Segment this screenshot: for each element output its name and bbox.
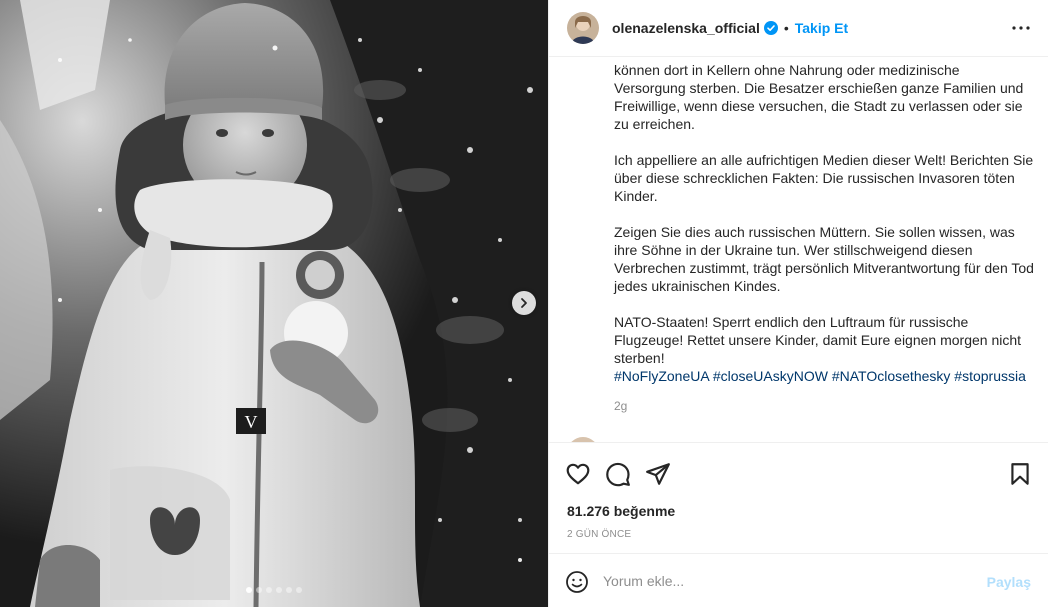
carousel-dot [266,587,272,593]
carousel-dot [256,587,262,593]
post-caption: können dort in Kellern ohne Nahrung oder… [614,61,1034,385]
carousel-next-button[interactable] [512,291,536,315]
post-photo[interactable]: V [0,0,548,607]
hashtag-link[interactable]: #closeUAskyNOW [713,368,828,384]
emoji-button[interactable] [565,570,589,594]
hashtag-list: #NoFlyZoneUA #closeUAskyNOW #NATOcloseth… [614,367,1034,385]
add-comment-bar: Paylaş [549,553,1048,607]
hashtag-link[interactable]: #stoprussia [954,368,1026,384]
save-button[interactable] [1007,461,1033,487]
svg-text:V: V [245,412,258,432]
hashtag-link[interactable]: #NoFlyZoneUA [614,368,709,384]
action-bar [549,442,1048,504]
chevron-right-icon [521,298,527,308]
carousel-dot [246,587,252,593]
carousel-dot [296,587,302,593]
paper-plane-icon [646,463,670,485]
caption-paragraph: NATO-Staaten! Sperrt endlich den Luftrau… [614,314,1022,366]
avatar-image [567,12,599,44]
bookmark-icon [1011,463,1029,485]
likes-count[interactable]: 81.276 beğenme [567,503,675,519]
post-comment-button[interactable]: Paylaş [987,574,1031,590]
carousel-indicator [0,587,548,593]
post-side-panel: olenazelenska_official • Takip Et können… [548,0,1048,607]
comment-bubble-icon [606,462,630,487]
carousel-dot [276,587,282,593]
caption-timestamp[interactable]: 2g [614,399,627,413]
post-header: olenazelenska_official • Takip Et [549,0,1048,57]
follow-button[interactable]: Takip Et [795,20,848,36]
post-date[interactable]: 2 GÜN ÖNCE [567,529,631,540]
more-horizontal-icon [1012,26,1030,30]
hashtag-link[interactable]: #NATOclosethesky [832,368,951,384]
instagram-post: V olenazelenska_official • Takip Et könn… [0,0,1048,607]
share-button[interactable] [645,461,671,487]
header-separator: • [783,20,789,36]
like-button[interactable] [565,461,591,487]
heart-icon [566,463,590,485]
caption-paragraph: Ich appelliere an alle aufrichtigen Medi… [614,152,1034,204]
more-options-button[interactable] [1011,20,1031,36]
photo-girl-in-snow: V [0,0,548,607]
emoji-smile-icon [566,571,588,593]
caption-paragraph: können dort in Kellern ohne Nahrung oder… [614,62,1024,132]
comment-input[interactable] [603,569,963,593]
caption-paragraph: Zeigen Sie dies auch russischen Müttern.… [614,224,1034,294]
comment-button[interactable] [605,461,631,487]
username-link[interactable]: olenazelenska_official [612,20,760,36]
comments-scroll-area[interactable]: können dort in Kellern ohne Nahrung oder… [549,57,1048,442]
avatar[interactable] [567,12,599,44]
carousel-dot [286,587,292,593]
verified-badge-icon [763,21,778,35]
